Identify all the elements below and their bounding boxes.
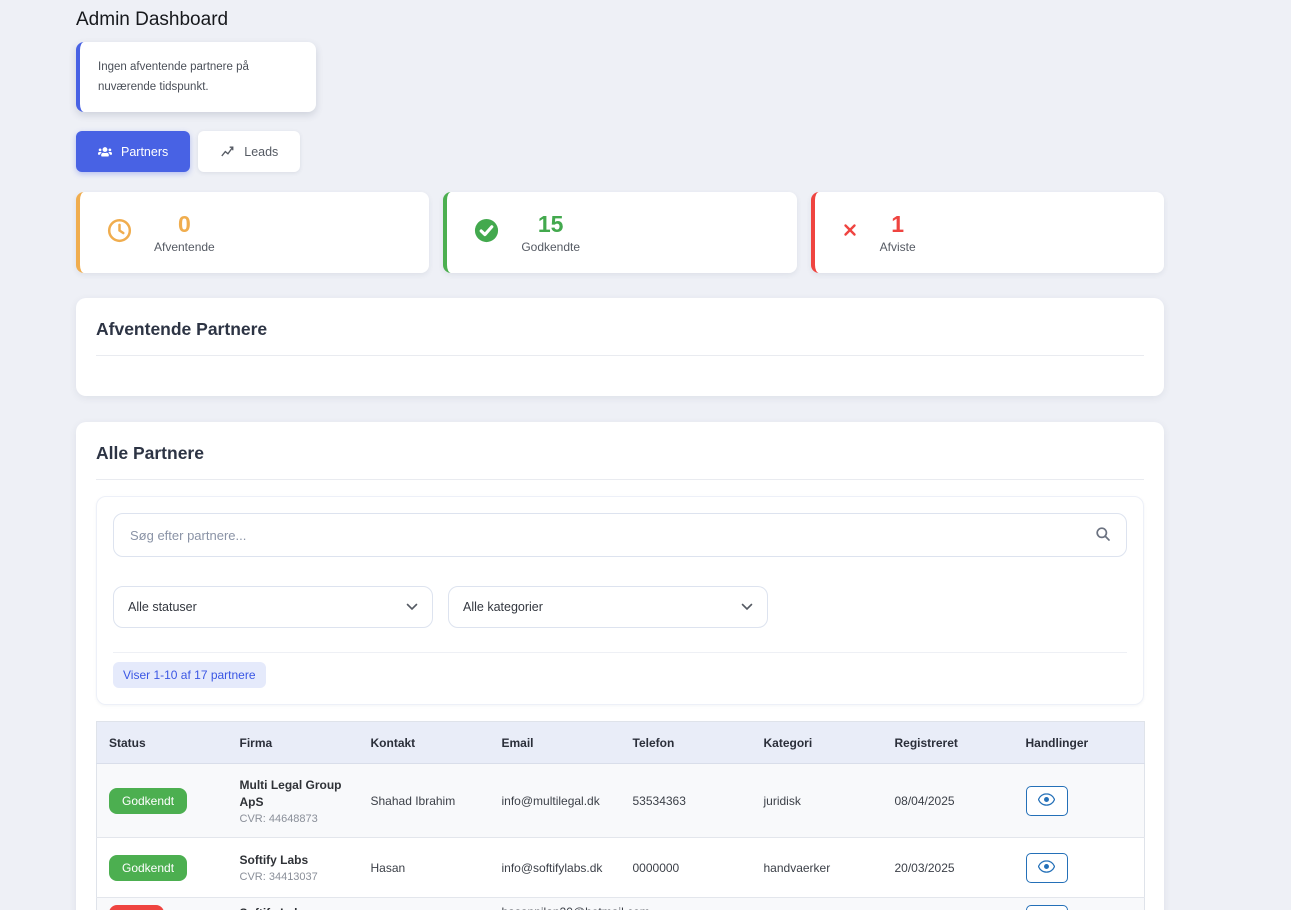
filter-panel: Alle statuser Alle kategorier Viser 1-10… <box>96 496 1144 705</box>
section-divider <box>96 355 1144 356</box>
email-cell: hasanpilan20@hotmail.com <box>490 898 621 910</box>
table-row: Afvist Softify Labs hasanpilan20@hotmail… <box>97 898 1145 910</box>
view-partner-button[interactable] <box>1026 853 1068 883</box>
firma-name: Softify Labs <box>240 852 347 869</box>
pending-partners-section: Afventende Partnere <box>76 298 1164 396</box>
column-header-status: Status <box>97 722 228 764</box>
table-header-row: Status Firma Kontakt Email Telefon Kateg… <box>97 722 1145 764</box>
users-icon <box>98 146 112 158</box>
kategori-cell: juridisk <box>752 764 883 838</box>
pending-label: Afventende <box>154 240 215 254</box>
tab-leads-label: Leads <box>244 145 278 159</box>
search-input[interactable] <box>113 513 1127 557</box>
chart-line-icon <box>220 145 235 159</box>
eye-icon <box>1038 793 1055 809</box>
pending-notice-text: Ingen afventende partnere på nuværende t… <box>98 61 249 93</box>
check-circle-icon <box>474 218 499 248</box>
approved-count: 15 <box>521 211 580 237</box>
column-header-telefon: Telefon <box>621 722 752 764</box>
table-row: Godkendt Multi Legal Group ApS CVR: 4464… <box>97 764 1145 838</box>
x-icon <box>842 222 858 243</box>
rejected-count: 1 <box>880 211 916 237</box>
tab-partners-label: Partners <box>121 145 168 159</box>
stat-card-rejected: 1 Afviste <box>811 192 1164 273</box>
results-count-badge: Viser 1-10 af 17 partnere <box>113 662 266 688</box>
status-filter-select[interactable]: Alle statuser <box>113 586 433 628</box>
pending-partners-title: Afventende Partnere <box>96 318 1144 341</box>
registreret-cell: 20/03/2025 <box>883 838 1014 898</box>
category-filter-value: Alle kategorier <box>463 600 543 614</box>
status-badge: Godkendt <box>109 855 187 881</box>
email-cell: info@multilegal.dk <box>490 764 621 838</box>
column-header-kontakt: Kontakt <box>359 722 490 764</box>
stat-cards-row: 0 Afventende 15 Godkendte 1 Afviste <box>76 192 1164 273</box>
telefon-cell: 0000000 <box>621 838 752 898</box>
kategori-cell <box>752 898 883 910</box>
status-filter-value: Alle statuser <box>128 600 197 614</box>
kategori-cell: handvaerker <box>752 838 883 898</box>
column-header-registreret: Registreret <box>883 722 1014 764</box>
partners-table: Status Firma Kontakt Email Telefon Kateg… <box>96 721 1145 910</box>
all-partners-section: Alle Partnere Alle statuser Alle kategor… <box>76 422 1164 910</box>
search-icon <box>1095 526 1111 547</box>
telefon-cell: 53534363 <box>621 764 752 838</box>
section-divider <box>96 479 1144 480</box>
clock-icon <box>107 218 132 248</box>
tab-partners[interactable]: Partners <box>76 131 190 172</box>
kontakt-cell: Hasan <box>359 838 490 898</box>
firma-name: Multi Legal Group ApS <box>240 777 347 811</box>
stat-card-approved: 15 Godkendte <box>443 192 796 273</box>
kontakt-cell <box>359 898 490 910</box>
registreret-cell: 08/04/2025 <box>883 764 1014 838</box>
page-title: Admin Dashboard <box>76 7 1164 33</box>
approved-label: Godkendte <box>521 240 580 254</box>
rejected-label: Afviste <box>880 240 916 254</box>
column-header-firma: Firma <box>228 722 359 764</box>
admin-dashboard-page: Admin Dashboard Ingen afventende partner… <box>76 7 1164 910</box>
chevron-down-icon <box>741 600 753 614</box>
firma-cvr: CVR: 34413037 <box>240 871 347 883</box>
view-partner-button[interactable] <box>1026 786 1068 816</box>
panel-divider <box>113 652 1127 653</box>
pending-count: 0 <box>154 211 215 237</box>
status-badge: Afvist <box>109 905 164 910</box>
view-partner-button[interactable] <box>1026 905 1068 910</box>
firma-name: Softify Labs <box>240 905 347 910</box>
kontakt-cell: Shahad Ibrahim <box>359 764 490 838</box>
tab-leads[interactable]: Leads <box>198 131 300 172</box>
chevron-down-icon <box>406 600 418 614</box>
registreret-cell <box>883 898 1014 910</box>
category-filter-select[interactable]: Alle kategorier <box>448 586 768 628</box>
column-header-kategori: Kategori <box>752 722 883 764</box>
column-header-handlinger: Handlinger <box>1014 722 1145 764</box>
firma-cvr: CVR: 44648873 <box>240 813 347 825</box>
tab-bar: Partners Leads <box>76 131 1164 172</box>
eye-icon <box>1038 860 1055 876</box>
status-badge: Godkendt <box>109 788 187 814</box>
pending-notice-card: Ingen afventende partnere på nuværende t… <box>76 42 316 112</box>
table-row: Godkendt Softify Labs CVR: 34413037 Hasa… <box>97 838 1145 898</box>
email-cell: info@softifylabs.dk <box>490 838 621 898</box>
all-partners-title: Alle Partnere <box>96 442 1144 465</box>
column-header-email: Email <box>490 722 621 764</box>
stat-card-pending: 0 Afventende <box>76 192 429 273</box>
